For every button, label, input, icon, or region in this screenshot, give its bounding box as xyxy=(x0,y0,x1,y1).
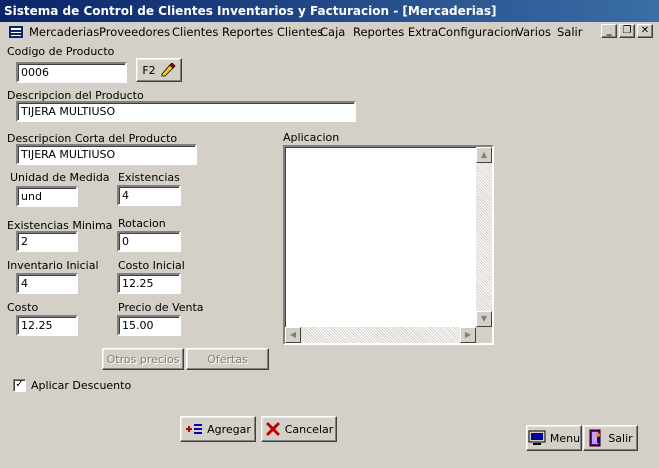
unidad-label: Unidad de Medida xyxy=(10,171,110,184)
pencil-icon xyxy=(161,63,176,77)
lookup-button-label: F2 xyxy=(142,63,156,77)
aplicacion-label: Aplicacion xyxy=(283,131,340,144)
costo-label: Costo xyxy=(7,301,39,314)
menu-reportes-extra[interactable]: Reportes Extra xyxy=(353,25,438,39)
add-record-icon xyxy=(186,424,203,434)
costo-inicial-input[interactable]: 12.25 xyxy=(117,273,181,294)
horizontal-scrollbar[interactable] xyxy=(285,327,476,343)
codigo-input[interactable]: 0006 xyxy=(16,62,127,83)
menu-configuracion[interactable]: Configuracion xyxy=(438,25,518,39)
unidad-input[interactable]: und xyxy=(16,186,78,207)
menu-mercaderias[interactable]: Mercaderias xyxy=(29,25,99,39)
costo-inicial-label: Costo Inicial xyxy=(118,259,185,272)
salir-button[interactable]: Salir xyxy=(583,425,638,451)
rotacion-label: Rotacion xyxy=(118,217,166,230)
menu-varios[interactable]: Varios xyxy=(516,25,551,39)
exit-door-icon xyxy=(589,429,601,447)
salir-button-label: Salir xyxy=(608,431,633,445)
codigo-label: Codigo de Producto xyxy=(7,45,115,58)
ofertas-button[interactable]: Ofertas xyxy=(186,348,269,370)
app-icon[interactable] xyxy=(8,25,24,39)
menu-clientes[interactable]: Clientes xyxy=(172,25,218,39)
aplicacion-textarea[interactable]: ▲ ▼ ◀ ▶ xyxy=(283,145,494,345)
descripcion-corta-input[interactable]: TIJERA MULTIUSO xyxy=(16,144,197,165)
descripcion-input[interactable]: TIJERA MULTIUSO xyxy=(16,101,356,122)
rotacion-input[interactable]: 0 xyxy=(117,231,181,252)
menu-button-label: Menu xyxy=(549,431,581,445)
menu-salir[interactable]: Salir xyxy=(557,25,582,39)
window-title: Sistema de Control de Clientes Inventari… xyxy=(0,0,659,22)
scroll-left-icon[interactable]: ◀ xyxy=(285,327,301,343)
menu-proveedores[interactable]: Proveedores xyxy=(99,25,170,39)
cancelar-button[interactable]: Cancelar xyxy=(261,416,337,442)
cancel-x-icon xyxy=(266,422,280,436)
existencias-input[interactable]: 4 xyxy=(117,185,181,206)
scroll-right-icon[interactable]: ▶ xyxy=(460,327,476,343)
minimize-icon[interactable]: _ xyxy=(601,24,617,38)
close-icon[interactable]: ✕ xyxy=(637,24,653,38)
inventario-inicial-input[interactable]: 4 xyxy=(16,273,78,294)
scroll-up-icon[interactable]: ▲ xyxy=(476,147,492,163)
costo-input[interactable]: 12.25 xyxy=(16,315,78,336)
menu-reportes-clientes[interactable]: Reportes Clientes xyxy=(222,25,323,39)
scroll-down-icon[interactable]: ▼ xyxy=(476,311,492,327)
menu-bar: Mercaderias Proveedores Clientes Reporte… xyxy=(0,22,659,42)
menu-button[interactable]: Menu xyxy=(526,425,582,451)
existencias-minima-input[interactable]: 2 xyxy=(16,231,78,252)
agregar-label: Agregar xyxy=(207,422,251,436)
precio-venta-label: Precio de Venta xyxy=(118,301,204,314)
existencias-label: Existencias xyxy=(118,171,180,184)
vertical-scrollbar[interactable] xyxy=(476,147,492,327)
scroll-corner xyxy=(476,327,492,343)
cancelar-label: Cancelar xyxy=(284,422,334,436)
monitor-icon xyxy=(528,430,546,445)
mdi-window-controls: _ ❐ ✕ xyxy=(601,24,653,38)
lookup-button[interactable]: F2 xyxy=(136,58,182,82)
precio-venta-input[interactable]: 15.00 xyxy=(117,315,181,336)
menu-caja[interactable]: Caja xyxy=(320,25,345,39)
inventario-inicial-label: Inventario Inicial xyxy=(7,259,99,272)
otros-precios-button[interactable]: Otros precios xyxy=(102,348,184,370)
agregar-button[interactable]: Agregar xyxy=(180,416,256,442)
aplicar-descuento-checkbox[interactable]: ✓ xyxy=(13,379,26,392)
restore-icon[interactable]: ❐ xyxy=(619,24,635,38)
aplicar-descuento-label: Aplicar Descuento xyxy=(31,379,132,392)
